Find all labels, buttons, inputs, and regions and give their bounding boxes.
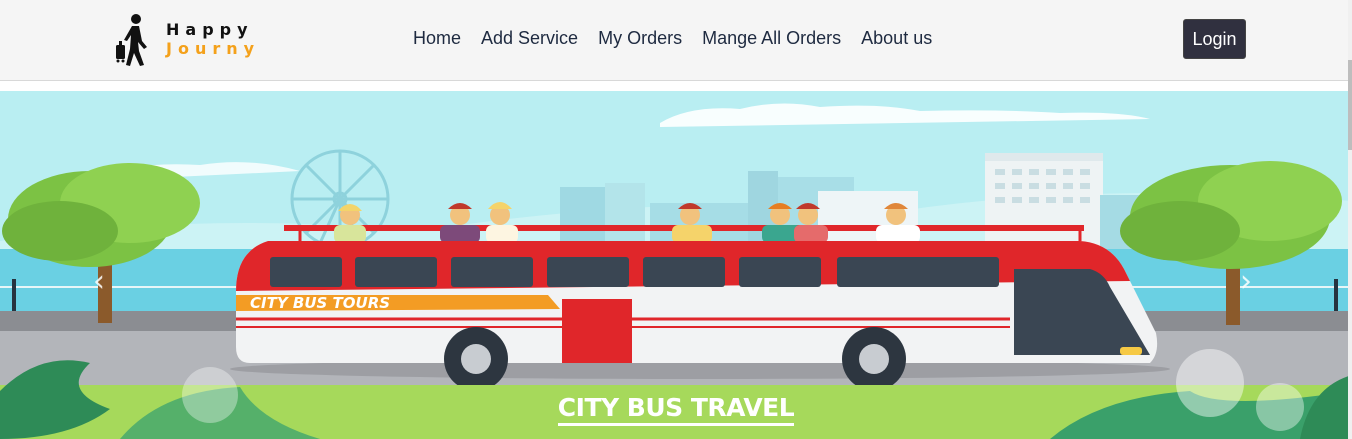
brand[interactable]: Happy Journy (112, 10, 260, 68)
page-scrollbar[interactable] (1348, 0, 1352, 439)
chevron-right-icon[interactable]: › (1240, 267, 1252, 297)
scrollbar-thumb[interactable] (1348, 60, 1352, 150)
brand-name-line1: Happy (166, 20, 254, 39)
hero-illustration: CITY BUS TOURS (0, 91, 1352, 439)
chevron-left-icon[interactable]: ‹ (93, 267, 105, 297)
nav-my-orders[interactable]: My Orders (588, 28, 692, 49)
banner-caption-text: CITY BUS TRAVEL (557, 393, 795, 426)
nav-manage-all-orders[interactable]: Mange All Orders (692, 28, 851, 49)
nav-add-service[interactable]: Add Service (471, 28, 588, 49)
navbar: Happy Journy Home Add Service My Orders … (0, 0, 1352, 81)
nav-about-us[interactable]: About us (851, 28, 942, 49)
banner-caption: CITY BUS TRAVEL (0, 393, 1352, 426)
login-button[interactable]: Login (1183, 19, 1246, 59)
brand-text: Happy Journy (166, 20, 260, 58)
traveler-with-suitcase-icon (116, 14, 147, 66)
brand-name-line2: Journy (166, 39, 261, 58)
nav-home[interactable]: Home (403, 28, 471, 49)
nav-links: Home Add Service My Orders Mange All Ord… (403, 28, 942, 49)
bus-side-text: CITY BUS TOURS (250, 294, 390, 312)
hero-carousel: CITY BUS TOURS ‹ › CITY BUS TRAVEL (0, 91, 1352, 439)
